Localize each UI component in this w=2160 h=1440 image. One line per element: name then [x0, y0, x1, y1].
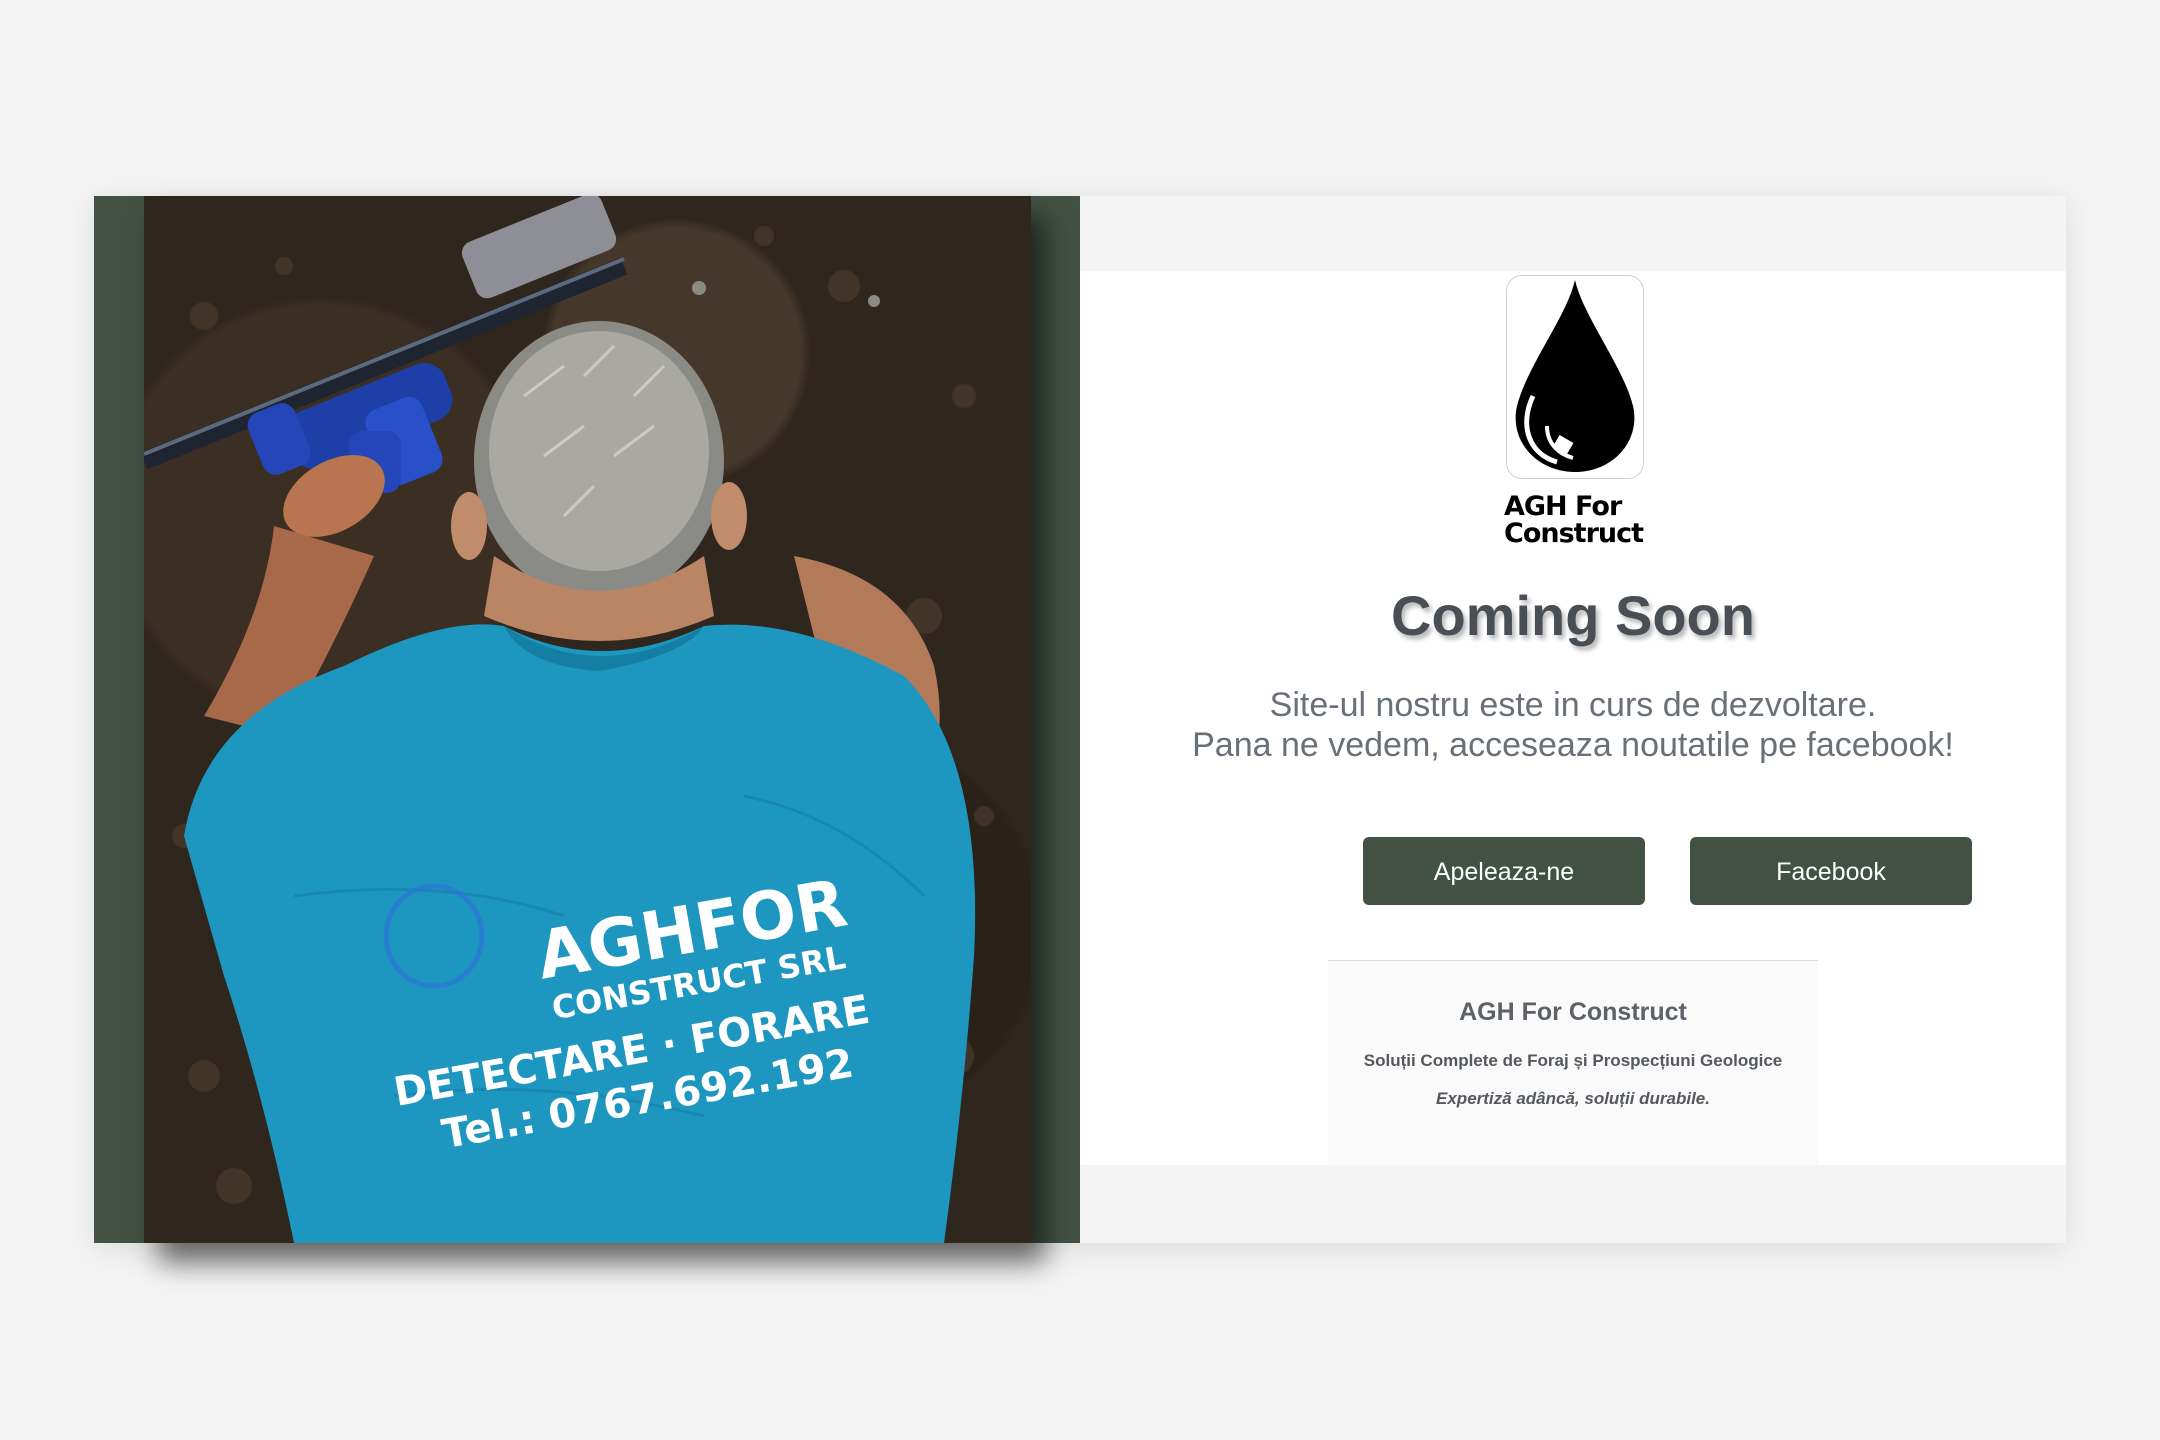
company-name: AGH For Construct — [1459, 998, 1687, 1026]
worker-photo: AGHFOR CONSTRUCT SRL DETECTARE · FORARE … — [144, 196, 1031, 1243]
content-panel: AGH For Construct Coming Soon Site-ul no… — [1080, 271, 2066, 1166]
brand-logo: AGH For Construct — [1504, 275, 1644, 549]
logo-badge — [1506, 275, 1644, 479]
coming-soon-card: AGHFOR CONSTRUCT SRL DETECTARE · FORARE … — [94, 196, 2066, 1243]
subtitle-line-2: Pana ne vedem, acceseaza noutatile pe fa… — [1192, 726, 1954, 764]
left-panel: AGHFOR CONSTRUCT SRL DETECTARE · FORARE … — [94, 196, 1080, 1243]
logo-line-2: Construct — [1504, 518, 1644, 549]
company-motto: Expertiză adâncă, soluții durabile. — [1436, 1089, 1710, 1108]
logo-line-1: AGH For — [1504, 491, 1622, 522]
water-drop-icon — [1515, 280, 1635, 472]
logo-wordmark: AGH For Construct — [1504, 493, 1654, 547]
page-subtitle: Site-ul nostru este in curs de dezvoltar… — [1080, 685, 2066, 765]
subtitle-line-1: Site-ul nostru este in curs de dezvoltar… — [1269, 686, 1877, 724]
company-info-box: AGH For Construct Soluții Complete de Fo… — [1328, 960, 1818, 1166]
call-button[interactable]: Apeleaza-ne — [1363, 837, 1645, 905]
facebook-button[interactable]: Facebook — [1690, 837, 1972, 905]
company-tagline: Soluții Complete de Foraj și Prospecțiun… — [1363, 1051, 1783, 1070]
page-title: Coming Soon — [1391, 584, 1755, 647]
